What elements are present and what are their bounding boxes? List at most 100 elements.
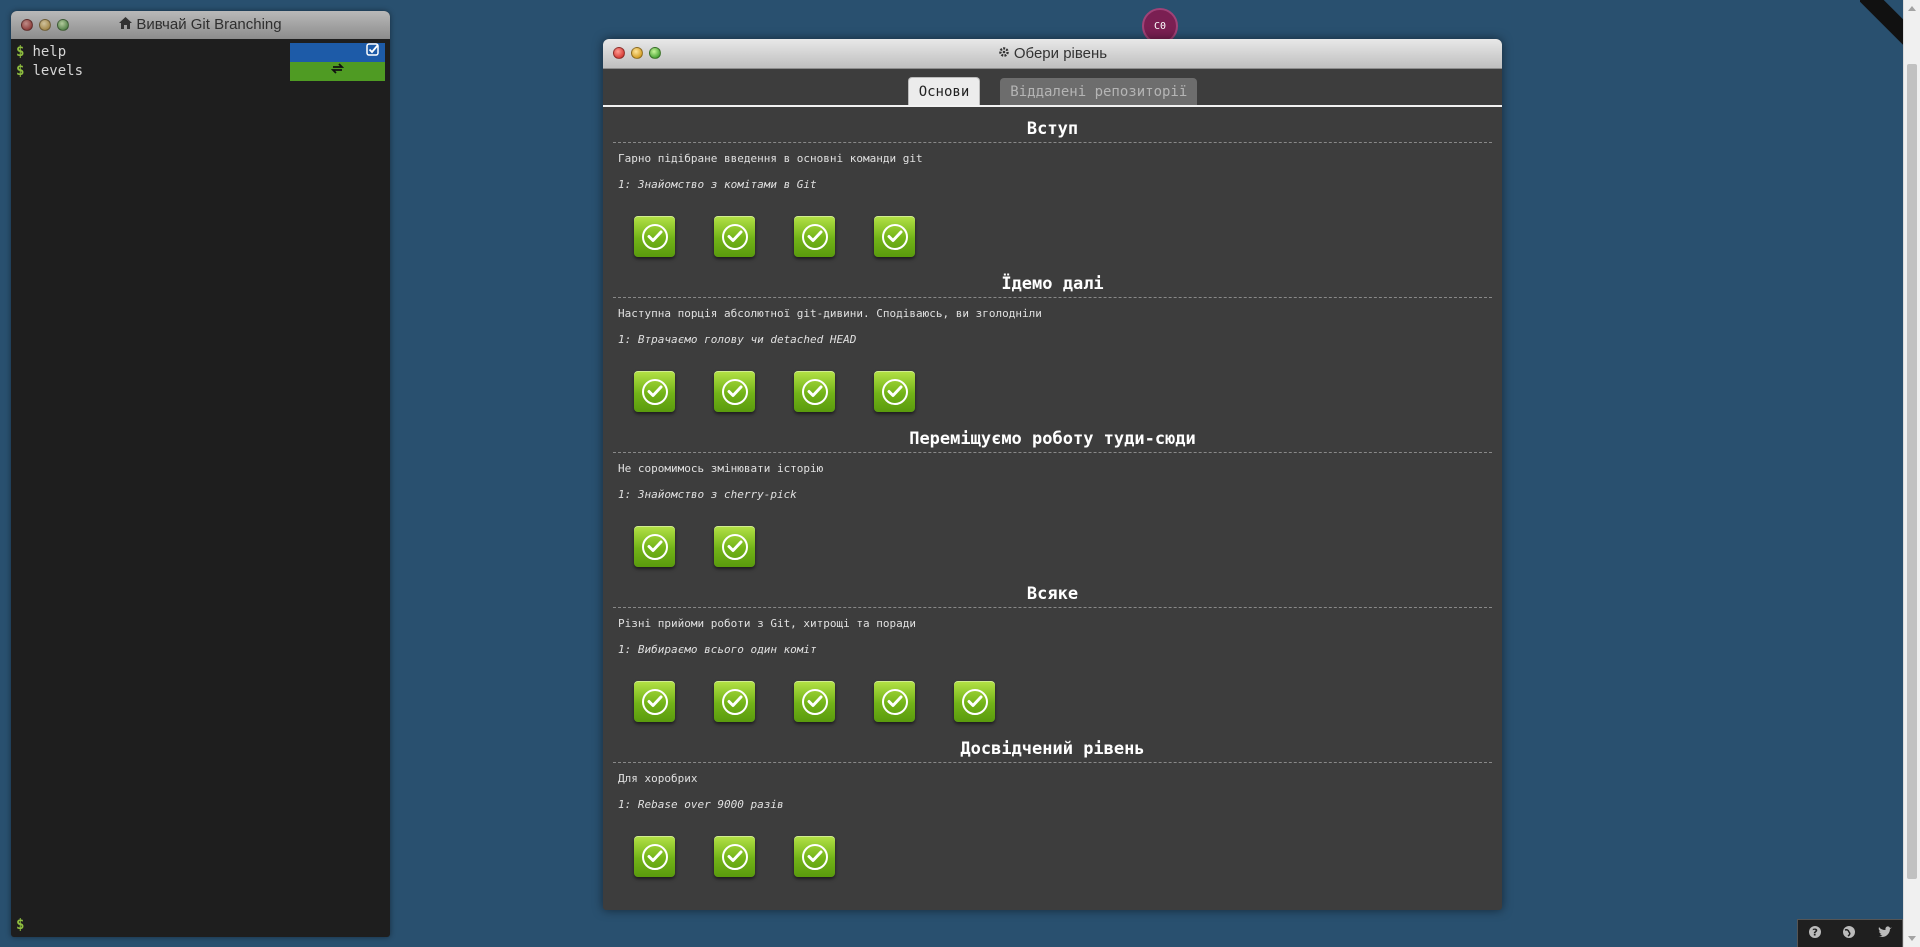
check-circle-icon [881,223,908,250]
level-sequence: Переміщуємо роботу туди-сюди Не соромимос… [603,426,1502,572]
sequence-description: Для хоробрих [618,772,698,785]
level-button-row [613,202,1492,262]
level-button-completed[interactable] [634,526,675,567]
terminal-titlebar: Вивчай Git Branching [11,11,390,39]
level-button-completed[interactable] [874,681,915,722]
check-circle-icon [801,688,828,715]
level-button-completed[interactable] [714,371,755,412]
footer-toolbar: ? [1797,919,1903,947]
level-button-completed[interactable] [954,681,995,722]
check-circle-icon [801,843,828,870]
level-button-completed[interactable] [634,836,675,877]
scrollbar-thumb[interactable] [1907,64,1917,879]
tab-main[interactable]: Основи [907,77,981,105]
level-select-dialog: Обери рівень Основи Віддалені репозиторі… [603,39,1502,910]
check-circle-icon [801,223,828,250]
level-button-completed[interactable] [714,526,755,567]
svg-text:?: ? [1812,928,1818,939]
command-text: levels [32,63,84,79]
level-button-completed[interactable] [634,681,675,722]
help-icon[interactable]: ? [1808,925,1822,942]
sequence-level-name: 1: Вибираємо всього один коміт [618,643,817,656]
sequence-title: Їдемо далі [613,271,1492,298]
refresh-icon [330,62,345,81]
sequence-description: Наступна порція абсолютної git-дивини. С… [618,307,1042,320]
level-button-row [613,667,1492,727]
check-circle-icon [721,533,748,560]
maximize-dialog-button[interactable] [649,47,661,59]
check-circle-icon [881,378,908,405]
check-circle-icon [881,688,908,715]
level-button-row [613,822,1492,882]
level-button-completed[interactable] [714,836,755,877]
minimize-dialog-button[interactable] [631,47,643,59]
minimize-window-button[interactable] [39,19,51,31]
gear-icon [998,46,1010,61]
level-sequence: Досвідчений рівень Для хоробрих 1: Rebase … [603,736,1502,882]
sequence-title: Вступ [613,116,1492,143]
check-circle-icon [721,378,748,405]
level-sequence: Їдемо далі Наступна порція абсолютної git… [603,271,1502,417]
check-circle-icon [721,223,748,250]
check-circle-icon [641,378,668,405]
maximize-window-button[interactable] [57,19,69,31]
scroll-down-arrow[interactable] [1908,936,1916,941]
terminal-title: Вивчай Git Branching [136,16,282,33]
window-controls [21,19,69,31]
level-sequence: Вступ Гарно підібране введення в основні … [603,116,1502,262]
globe-icon[interactable] [1842,925,1856,942]
close-dialog-button[interactable] [613,47,625,59]
level-button-row [613,512,1492,572]
twitter-icon[interactable] [1877,925,1892,942]
dialog-titlebar: Обери рівень [603,39,1502,69]
page-scrollbar[interactable] [1903,0,1920,947]
window-controls [613,47,661,59]
sequence-level-name: 1: Знайомство з комітами в Git [618,178,817,191]
level-sequence: Всяке Різні прийоми роботи з Git, хитрощі… [603,581,1502,727]
close-window-button[interactable] [21,19,33,31]
level-button-completed[interactable] [714,216,755,257]
sequence-title: Переміщуємо роботу туди-сюди [613,426,1492,453]
sequence-level-name: 1: Втрачаємо голову чи detached HEAD [618,333,857,346]
prompt-symbol: $ [16,44,25,60]
command-text: help [32,44,67,60]
terminal-command-line: $ help [11,43,390,62]
command-status-running [290,62,385,81]
sequence-description: Не соромимось змінювати історію [618,462,824,475]
check-circle-icon [641,688,668,715]
check-circle-icon [721,688,748,715]
level-button-completed[interactable] [794,371,835,412]
check-square-icon [366,43,379,62]
level-button-completed[interactable] [794,216,835,257]
sequence-description: Різні прийоми роботи з Git, хитрощі та п… [618,617,917,630]
level-button-completed[interactable] [794,836,835,877]
check-circle-icon [641,843,668,870]
sequence-list: Вступ Гарно підібране введення в основні … [603,116,1502,882]
sequence-level-name: 1: Знайомство з cherry-pick [618,488,797,501]
prompt-symbol: $ [16,63,25,79]
level-button-completed[interactable] [634,371,675,412]
level-button-completed[interactable] [874,216,915,257]
check-circle-icon [801,378,828,405]
level-button-completed[interactable] [874,371,915,412]
level-button-completed[interactable] [794,681,835,722]
check-circle-icon [721,843,748,870]
terminal-input-prompt[interactable]: $ [16,917,32,933]
level-button-completed[interactable] [634,216,675,257]
dialog-title: Обери рівень [1013,45,1108,62]
terminal-window: Вивчай Git Branching $ help $ levels $ [11,11,390,937]
tab-bar: Основи Віддалені репозиторії [603,69,1502,107]
tab-remote[interactable]: Віддалені репозиторії [1000,78,1198,105]
sequence-description: Гарно підібране введення в основні коман… [618,152,923,165]
terminal-command-line: $ levels [11,62,390,81]
scroll-up-arrow[interactable] [1908,6,1916,11]
sequence-title: Досвідчений рівень [613,736,1492,763]
check-circle-icon [961,688,988,715]
home-icon [119,17,133,32]
sequence-level-name: 1: Rebase over 9000 разів [618,798,784,811]
level-button-completed[interactable] [714,681,755,722]
check-circle-icon [641,533,668,560]
check-circle-icon [641,223,668,250]
command-status-finished [290,43,385,62]
sequence-title: Всяке [613,581,1492,608]
